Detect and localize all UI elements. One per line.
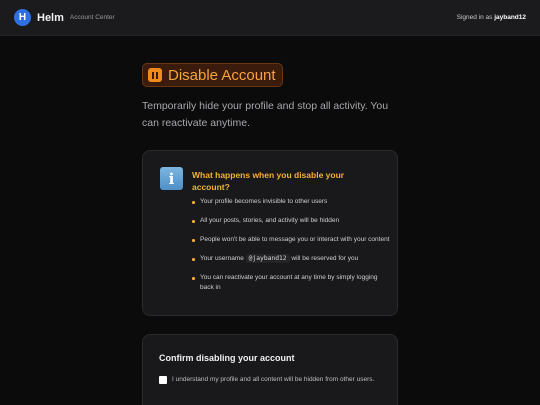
pause-icon bbox=[148, 68, 162, 82]
list-item: People won't be able to message you or i… bbox=[192, 235, 392, 245]
list-item: You can reactivate your account at any t… bbox=[192, 273, 392, 293]
list-item: Your username @jayband12 will be reserve… bbox=[192, 254, 392, 264]
username-code: @jayband12 bbox=[245, 254, 290, 263]
confirm-card: Confirm disabling your account I underst… bbox=[142, 334, 398, 405]
list-item: Your profile becomes invisible to other … bbox=[192, 197, 392, 207]
username-suffix: will be reserved for you bbox=[291, 255, 359, 262]
signed-in-username[interactable]: jayband12 bbox=[494, 14, 526, 21]
confirm-checkbox-row[interactable]: I understand my profile and all content … bbox=[159, 375, 384, 385]
signed-in-prefix: Signed in as bbox=[456, 14, 493, 21]
username-prefix: Your username bbox=[200, 255, 244, 262]
top-bar: H Helm Account Center Signed in as jayba… bbox=[0, 0, 540, 36]
confirm-checkbox[interactable] bbox=[159, 376, 167, 384]
page-subtitle: Temporarily hide your profile and stop a… bbox=[142, 100, 389, 129]
confirm-title: Confirm disabling your account bbox=[159, 353, 295, 363]
page-title-text: Disable Account bbox=[168, 66, 276, 84]
list-item: All your posts, stories, and activity wi… bbox=[192, 216, 392, 226]
signed-in-status: Signed in as jayband12 bbox=[457, 14, 526, 21]
consequence-list: Your profile becomes invisible to other … bbox=[192, 197, 392, 302]
info-icon: i bbox=[160, 167, 183, 190]
helm-logo[interactable]: H bbox=[14, 9, 31, 26]
brand-name: Helm bbox=[37, 11, 64, 24]
info-title: What happens when you disable your accou… bbox=[192, 170, 345, 192]
page-header: Disable Account Temporarily hide your pr… bbox=[142, 63, 398, 132]
page-title: Disable Account bbox=[142, 63, 283, 87]
confirm-checkbox-label[interactable]: I understand my profile and all content … bbox=[172, 375, 374, 385]
info-card: i What happens when you disable your acc… bbox=[142, 150, 398, 316]
brand-subtitle: Account Center bbox=[69, 14, 115, 21]
